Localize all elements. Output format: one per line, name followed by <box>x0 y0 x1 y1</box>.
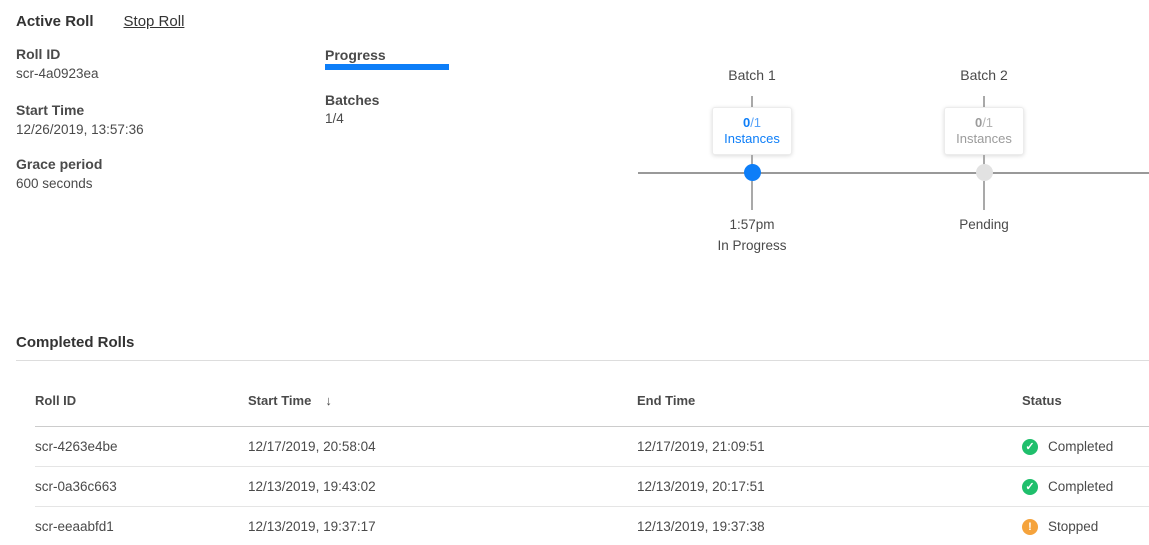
sort-descending-icon[interactable]: ↓ <box>325 393 332 408</box>
status-check-icon: ✓ <box>1022 439 1038 455</box>
timeline-dot <box>744 164 761 181</box>
active-roll-title: Active Roll <box>16 13 94 30</box>
status-label: Completed <box>1048 479 1113 494</box>
status-label: Stopped <box>1048 519 1098 534</box>
cell-status: ! Stopped <box>1022 519 1149 535</box>
column-header-start-time[interactable]: Start Time↓ <box>248 393 637 408</box>
batch-name: Batch 1 <box>728 68 775 83</box>
active-roll-header: Active Roll Stop Roll <box>16 13 184 30</box>
column-header-roll-id: Roll ID <box>35 393 248 408</box>
batch-time: Pending <box>959 217 1009 232</box>
cell-start-time: 12/13/2019, 19:37:17 <box>248 519 637 534</box>
instances-count: 0/1 <box>975 115 993 131</box>
progress-bar-fill <box>325 64 449 70</box>
cell-status: ✓ Completed <box>1022 479 1149 495</box>
roll-id-label: Roll ID <box>16 47 99 61</box>
grace-period-value: 600 seconds <box>16 176 102 191</box>
instances-label: Instances <box>724 131 780 147</box>
batches-label: Batches <box>325 92 379 108</box>
completed-rolls-title: Completed Rolls <box>16 334 134 351</box>
grace-period-label: Grace period <box>16 157 102 171</box>
batch-name: Batch 2 <box>960 68 1007 83</box>
progress-label: Progress <box>325 47 386 63</box>
timeline-dot <box>976 164 993 181</box>
cell-start-time: 12/13/2019, 19:43:02 <box>248 479 637 494</box>
cell-roll-id: scr-4263e4be <box>35 439 248 454</box>
completed-rolls-table: Roll ID Start Time↓ End Time Status scr-… <box>35 393 1149 545</box>
instances-label: Instances <box>956 131 1012 147</box>
cell-end-time: 12/17/2019, 21:09:51 <box>637 439 1022 454</box>
status-check-icon: ✓ <box>1022 479 1038 495</box>
section-divider <box>16 360 1149 361</box>
start-time-label: Start Time <box>16 103 144 117</box>
field-grace-period: Grace period 600 seconds <box>16 157 102 191</box>
cell-status: ✓ Completed <box>1022 439 1149 455</box>
cell-roll-id: scr-0a36c663 <box>35 479 248 494</box>
batches-value: 1/4 <box>325 111 344 126</box>
connector-line <box>751 96 753 107</box>
field-start-time: Start Time 12/26/2019, 13:57:36 <box>16 103 144 137</box>
stop-roll-link[interactable]: Stop Roll <box>124 13 185 30</box>
cell-end-time: 12/13/2019, 20:17:51 <box>637 479 1022 494</box>
table-row[interactable]: scr-0a36c663 12/13/2019, 19:43:02 12/13/… <box>35 467 1149 507</box>
connector-line <box>983 96 985 107</box>
batch-instances-card[interactable]: 0/1 Instances <box>944 107 1024 155</box>
batch-time: 1:57pm <box>729 217 774 232</box>
batch-instances-card[interactable]: 0/1 Instances <box>712 107 792 155</box>
table-row[interactable]: scr-4263e4be 12/17/2019, 20:58:04 12/17/… <box>35 427 1149 467</box>
cell-start-time: 12/17/2019, 20:58:04 <box>248 439 637 454</box>
column-header-status: Status <box>1022 393 1149 408</box>
rolls-page: Active Roll Stop Roll Roll ID scr-4a0923… <box>0 0 1149 545</box>
roll-id-value: scr-4a0923ea <box>16 66 99 81</box>
timeline-batch-1: Batch 1 0/1 Instances 1:57pm In Progress <box>672 68 832 253</box>
status-label: Completed <box>1048 439 1113 454</box>
column-header-end-time: End Time <box>637 393 1022 408</box>
start-time-value: 12/26/2019, 13:57:36 <box>16 122 144 137</box>
cell-end-time: 12/13/2019, 19:37:38 <box>637 519 1022 534</box>
cell-roll-id: scr-eeaabfd1 <box>35 519 248 534</box>
table-header-row: Roll ID Start Time↓ End Time Status <box>35 393 1149 427</box>
instances-count: 0/1 <box>743 115 761 131</box>
field-roll-id: Roll ID scr-4a0923ea <box>16 47 99 81</box>
progress-bar <box>325 64 449 70</box>
connector-line <box>983 181 985 210</box>
connector-line <box>751 181 753 210</box>
status-exclamation-icon: ! <box>1022 519 1038 535</box>
batch-status: In Progress <box>717 238 786 253</box>
table-row[interactable]: scr-eeaabfd1 12/13/2019, 19:37:17 12/13/… <box>35 507 1149 545</box>
timeline-batch-2: Batch 2 0/1 Instances Pending <box>904 68 1064 238</box>
